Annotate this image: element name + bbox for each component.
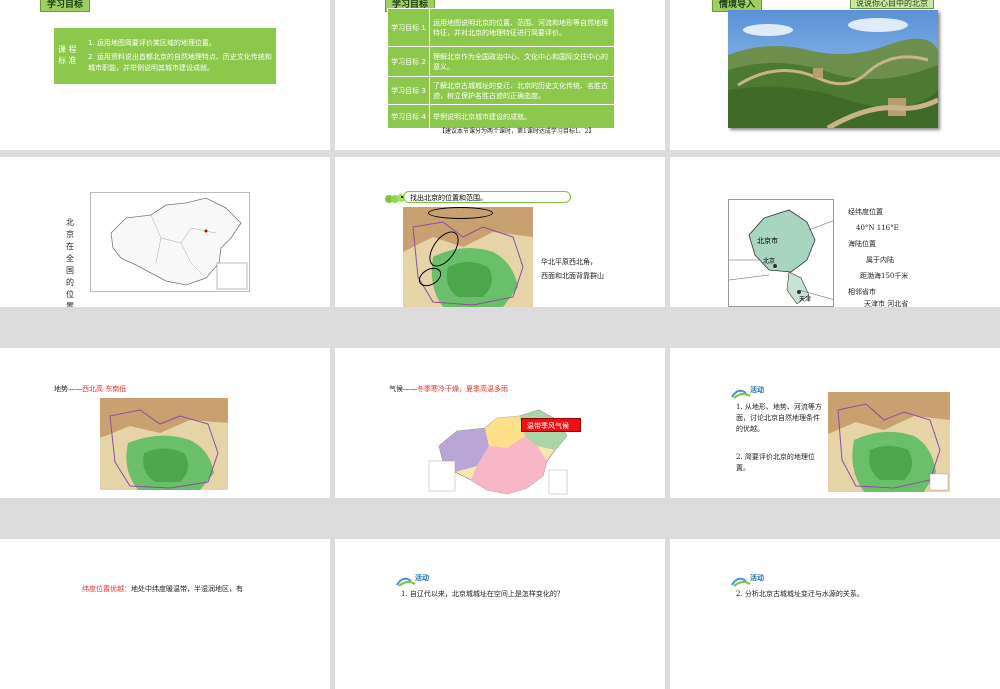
slide-7[interactable]: 地势——西北高 东南低 xyxy=(0,348,330,498)
activity-label: 活动 xyxy=(415,573,429,582)
objective-label: 学习目标 1 xyxy=(387,8,430,47)
standards-item-2: 2. 运用资料说出首都北京的自然地理特点、历史文化传统和城市职能，并举例说明其城… xyxy=(88,53,272,72)
objective-text: 了解北京古城城址的变迁、北京的历史文化传统、名胜古迹，树立保护名胜古迹的正确态度… xyxy=(429,76,615,105)
geo-info-line: 属于内陆 xyxy=(866,256,894,264)
geo-info-line: 海陆位置 xyxy=(848,240,876,248)
great-wall-photo xyxy=(728,10,938,128)
latitude-label: 纬度位置优越： xyxy=(82,585,131,593)
slide-3[interactable]: 情境导入 说说你心目中的北京 xyxy=(670,0,1000,150)
terrain-value: 西北高 东南低 xyxy=(82,385,127,393)
standards-item-1: 1. 运用地图简要评价某区域的地理位置。 xyxy=(88,39,216,47)
climate-heading: 气候——冬季寒冷干燥，夏季高温多雨 xyxy=(389,384,508,395)
activity-question-1: 2. 分析北京古城城址变迁与水源的关系。 xyxy=(736,590,864,598)
objective-text: 运用地图说明北京的位置、范围、河流和地形等自然地理特征，并对北京的地理特征进行简… xyxy=(429,8,615,47)
terrain-map xyxy=(100,398,228,490)
objective-label: 学习目标 2 xyxy=(387,46,430,77)
slide-9[interactable]: 活动 1. 从地形、地势、河流等方面，讨论北京自然地理条件的优越。 2. 简要评… xyxy=(670,348,1000,498)
activity-icon xyxy=(730,572,752,587)
slide-10[interactable]: 纬度位置优越：地处中纬度暖温带，半湿润地区，有 xyxy=(0,539,330,689)
activity-question-1: 1. 自辽代以来，北京城城址在空间上是怎样变化的？ xyxy=(401,590,564,598)
slide-4[interactable]: 北京在全国的位置 xyxy=(0,157,330,307)
standards-label: 课 程 标 准 xyxy=(58,45,77,65)
objective-row: 学习目标 2 理解北京作为全国政治中心、文化中心和国际交往中心的意义。 xyxy=(387,46,615,77)
standards-box: 课 程 标 准 1. 运用地图简要评价某区域的地理位置。 2. 运用资料说出首都… xyxy=(54,28,276,84)
geo-info-line: 天津市 河北省 xyxy=(864,300,909,308)
prompt-text: 找出北京的位置和范围。 xyxy=(410,194,487,202)
activity-icon xyxy=(730,384,752,399)
objective-row: 学习目标 4 举例说明北京城市建设的成就。 xyxy=(387,104,615,129)
beijing-region-map: 北京市 北京 天津 xyxy=(728,199,834,307)
objective-row: 学习目标 3 了解北京古城城址的变迁、北京的历史文化传统、名胜古迹，树立保护名胜… xyxy=(387,76,615,105)
latitude-advantage: 纬度位置优越：地处中纬度暖温带，半湿润地区，有 xyxy=(82,584,282,595)
slide-12[interactable]: 活动 2. 分析北京古城城址变迁与水源的关系。 xyxy=(670,539,1000,689)
prompt-box: 找出北京的位置和范围。 xyxy=(403,191,571,203)
geo-info-line: 40°N 116°E xyxy=(856,224,899,232)
geo-info-line: 经纬度位置 xyxy=(848,208,883,216)
geo-info-line: 相邻省市 xyxy=(848,288,876,296)
lesson-note: 【建议本节课分为两个课时，第1课时达成学习目标1、2】 xyxy=(439,128,595,135)
terrain-prefix: 地势—— xyxy=(54,385,82,393)
objective-label: 学习目标 4 xyxy=(387,104,430,129)
objective-row: 学习目标 1 运用地图说明北京的位置、范围、河流和地形等自然地理特征，并对北京的… xyxy=(387,8,615,47)
climate-callout: 温带季风气候 xyxy=(521,418,581,432)
caption-badge: 说说你心目中的北京 xyxy=(850,0,934,9)
slide-6[interactable]: 北京市 北京 天津 经纬度位置 40°N 116°E 海陆位置 属于内陆 距渤海… xyxy=(670,157,1000,307)
objectives-table: 学习目标 1 运用地图说明北京的位置、范围、河流和地形等自然地理特征，并对北京的… xyxy=(387,8,615,129)
terrain-heading: 地势——西北高 东南低 xyxy=(54,384,126,395)
map-label: 北京市 xyxy=(757,237,778,245)
activity-icon xyxy=(395,572,417,587)
activity-label: 活动 xyxy=(750,385,764,394)
climate-prefix: 气候—— xyxy=(389,385,417,393)
map-label: 北京 xyxy=(763,258,776,265)
range-ellipse xyxy=(428,207,493,219)
geo-info-line: 距渤海150千米 xyxy=(860,272,909,280)
latitude-text: 地处中纬度暖温带，半湿润地区，有 xyxy=(131,585,243,593)
climate-callout-text: 温带季风气候 xyxy=(527,422,569,430)
beijing-terrain-map xyxy=(403,207,533,307)
location-note-1: 华北平原西北角， xyxy=(541,258,597,266)
objective-text: 举例说明北京城市建设的成就。 xyxy=(429,104,615,129)
activity-question-2: 2. 简要评价北京的地理位置。 xyxy=(736,453,815,472)
location-note-2: 西面和北面背靠群山 xyxy=(541,272,604,280)
slide-11[interactable]: 活动 1. 自辽代以来，北京城城址在空间上是怎样变化的？ xyxy=(335,539,665,689)
map-label: 天津 xyxy=(799,296,812,303)
slide-8[interactable]: 气候——冬季寒冷干燥，夏季高温多雨 温带季风气候 xyxy=(335,348,665,498)
section-header: 学习目标 xyxy=(40,0,91,12)
activity-terrain-map xyxy=(828,392,950,492)
activity-question-1: 1. 从地形、地势、河流等方面，讨论北京自然地理条件的优越。 xyxy=(736,403,822,433)
china-map xyxy=(90,192,250,292)
objective-label: 学习目标 3 xyxy=(387,76,430,105)
climate-value: 冬季寒冷干燥，夏季高温多雨 xyxy=(417,385,508,393)
slide-1[interactable]: 学习目标 课 程 标 准 1. 运用地图简要评价某区域的地理位置。 2. 运用资… xyxy=(0,0,330,150)
slide-2[interactable]: 学习目标 学习目标 1 运用地图说明北京的位置、范围、河流和地形等自然地理特征，… xyxy=(335,0,665,150)
objective-text: 理解北京作为全国政治中心、文化中心和国际交往中心的意义。 xyxy=(429,46,615,77)
vertical-label: 北京在全国的位置 xyxy=(66,218,74,307)
activity-label: 活动 xyxy=(750,573,764,582)
slide-5[interactable]: 找出北京的位置和范围。 华北平原西北角， 西面和北面背靠群山 xyxy=(335,157,665,307)
